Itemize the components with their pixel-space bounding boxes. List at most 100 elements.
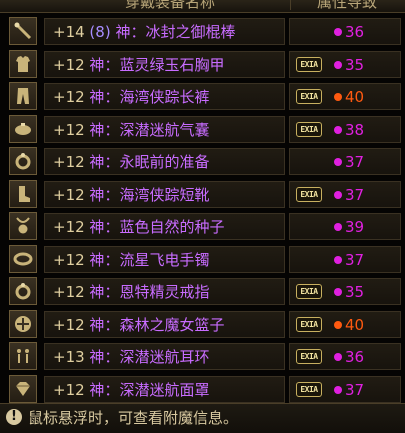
item-name: +12 神：海湾侠踪长裤 [53, 87, 209, 107]
equipment-row[interactable]: +12 神：永眠前的准备 37 [0, 146, 405, 177]
exia-badge: EXIA [296, 349, 322, 364]
item-title: 流星飞电手镯 [119, 250, 210, 269]
exia-badge: EXIA [296, 381, 322, 397]
equipment-row[interactable]: +12 神：森林之魔女篮子 EXIA 40 [0, 309, 405, 340]
item-name-cell[interactable]: +12 神：恩特精灵戒指 [44, 278, 285, 305]
attr-cell: EXIA 35 [289, 278, 401, 305]
item-name: +12 神：森林之魔女篮子 [53, 315, 224, 335]
item-prefix: 神： [84, 283, 120, 301]
equipment-row[interactable]: +12 神：蓝灵绿玉石胸甲 EXIA 35 [0, 49, 405, 80]
attr-dot-icon [334, 223, 342, 231]
footer-bar: ! 鼠标悬浮时，可查看附魔信息。 [0, 403, 405, 433]
item-prefix: 神： [84, 120, 120, 139]
item-prefix: 神： [84, 153, 120, 171]
item-title: 深潜迷航耳环 [119, 348, 210, 366]
attr-value: 35 [345, 55, 365, 74]
item-prefix: 神： [84, 250, 120, 269]
item-name: +12 神：恩特精灵戒指 [53, 282, 209, 302]
item-name-cell[interactable]: +13 神：深潜迷航耳环 [44, 343, 285, 370]
enhance-level: +12 [53, 120, 85, 139]
boots-icon[interactable] [9, 179, 37, 208]
gem-icon[interactable] [9, 374, 37, 403]
enhance-level: +12 [53, 185, 85, 204]
item-name-cell[interactable]: +12 神：海湾侠踪短靴 [44, 180, 285, 208]
attr-value: 37 [345, 153, 365, 171]
item-title: 永眠前的准备 [119, 153, 210, 171]
bracelet-icon[interactable] [9, 244, 37, 273]
equipment-row[interactable]: +14 (8) 神：冰封之御棍棒 36 [0, 16, 405, 47]
equipment-row[interactable]: +12 神：蓝色自然的种子 39 [0, 211, 405, 242]
attr-dot-icon [334, 158, 342, 166]
item-name: +12 神：深潜迷航气囊 [53, 120, 209, 140]
earring-icon[interactable] [9, 342, 37, 370]
attr-value: 40 [345, 315, 365, 334]
item-name-cell[interactable]: +14 (8) 神：冰封之御棍棒 [44, 18, 285, 45]
item-name-cell[interactable]: +12 神：永眠前的准备 [44, 148, 285, 175]
item-name: +12 神：流星飞电手镯 [53, 250, 209, 270]
item-prefix: 神： [84, 88, 120, 106]
item-name-cell[interactable]: +12 神：深潜迷航气囊 [44, 115, 285, 143]
enhance-level: +14 [53, 23, 85, 41]
exia-badge: EXIA [296, 284, 322, 299]
item-prefix: 神： [84, 218, 120, 236]
item-prefix: 神： [84, 348, 120, 366]
attr-cell: 39 [289, 213, 401, 240]
attr-cell: EXIA 37 [289, 180, 401, 208]
attr-cell: 37 [289, 245, 401, 273]
attr-value: 37 [345, 185, 365, 204]
item-prefix: 神： [84, 315, 120, 334]
item-name-cell[interactable]: +12 神：蓝色自然的种子 [44, 213, 285, 240]
item-name: +12 神：永眠前的准备 [53, 152, 209, 172]
socket-count: (8) [84, 23, 111, 41]
item-title: 蓝灵绿玉石胸甲 [119, 55, 225, 74]
attr-cell: EXIA 38 [289, 115, 401, 143]
footer-hint: 鼠标悬浮时，可查看附魔信息。 [28, 409, 239, 427]
amulet-icon[interactable] [9, 212, 37, 240]
attr-dot-icon [334, 353, 342, 361]
equipment-row[interactable]: +12 神：流星飞电手镯 37 [0, 244, 405, 275]
staff-icon[interactable] [9, 17, 37, 45]
item-name-cell[interactable]: +12 神：流星飞电手镯 [44, 245, 285, 273]
pants-icon[interactable] [9, 82, 37, 110]
armor-icon[interactable] [9, 49, 37, 78]
attr-value: 36 [345, 348, 365, 366]
item-prefix: 神： [110, 23, 146, 41]
item-name-cell[interactable]: +12 神：森林之魔女篮子 [44, 310, 285, 338]
item-name-cell[interactable]: +12 神：海湾侠踪长裤 [44, 83, 285, 110]
attr-dot-icon [334, 255, 342, 264]
equipment-row[interactable]: +12 神：海湾侠踪短靴 EXIA 37 [0, 179, 405, 210]
attr-cell: EXIA 40 [289, 83, 401, 110]
pouch-icon[interactable] [9, 114, 37, 143]
attr-dot-icon [334, 190, 342, 199]
item-prefix: 神： [84, 380, 120, 399]
attr-cell: 37 [289, 148, 401, 175]
attr-value: 37 [345, 250, 365, 269]
enhance-level: +13 [53, 348, 85, 366]
attr-dot-icon [334, 288, 342, 296]
item-name-cell[interactable]: +12 神：深潜迷航面罩 [44, 375, 285, 403]
item-title: 深潜迷航气囊 [119, 120, 210, 139]
item-prefix: 神： [84, 185, 120, 204]
item-title: 森林之魔女篮子 [119, 315, 225, 334]
item-name: +12 神：蓝灵绿玉石胸甲 [53, 55, 224, 75]
item-name-cell[interactable]: +12 神：蓝灵绿玉石胸甲 [44, 50, 285, 78]
attr-dot-icon [334, 385, 342, 394]
attr-dot-icon [334, 125, 342, 134]
exia-badge: EXIA [296, 186, 322, 202]
item-title: 深潜迷航面罩 [119, 380, 210, 399]
orb-icon[interactable] [9, 309, 37, 338]
enhance-level: +12 [53, 218, 85, 236]
equipment-row[interactable]: +12 神：海湾侠踪长裤 EXIA 40 [0, 81, 405, 112]
attr-value: 40 [345, 88, 365, 106]
enhance-level: +12 [53, 315, 85, 334]
equipment-row[interactable]: +13 神：深潜迷航耳环 EXIA 36 [0, 341, 405, 372]
equipment-row[interactable]: +12 神：深潜迷航气囊 EXIA 38 [0, 114, 405, 145]
ring-icon[interactable] [9, 147, 37, 175]
table-header: 穿戴装备名称 属性导致 [0, 0, 405, 13]
item-title: 恩特精灵戒指 [119, 283, 210, 301]
enhance-level: +12 [53, 55, 85, 74]
attr-cell: EXIA 35 [289, 50, 401, 78]
equipment-row[interactable]: +12 神：深潜迷航面罩 EXIA 37 [0, 374, 405, 405]
ring-icon[interactable] [9, 277, 37, 305]
equipment-row[interactable]: +12 神：恩特精灵戒指 EXIA 35 [0, 276, 405, 307]
